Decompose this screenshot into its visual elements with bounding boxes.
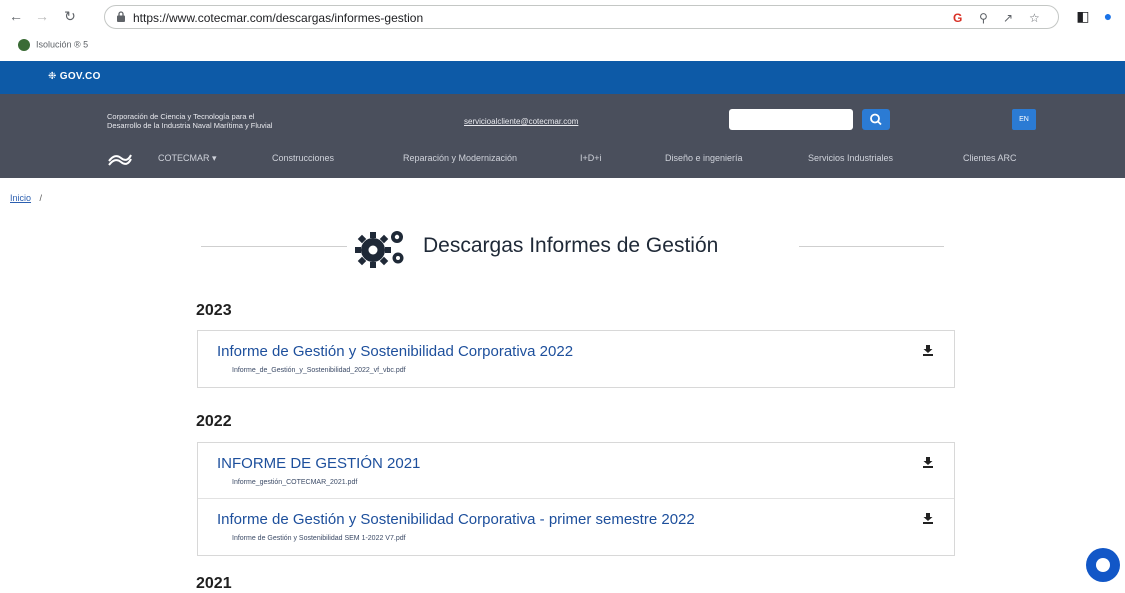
page-title: Descargas Informes de Gestión	[423, 234, 719, 257]
document-filename: Informe_gestión_COTECMAR_2021.pdf	[232, 479, 358, 486]
document-link[interactable]: Informe de Gestión y Sostenibilidad Corp…	[217, 511, 695, 528]
site-header: Corporación de Ciencia y Tecnología para…	[0, 94, 1125, 178]
document-filename: Informe de Gestión y Sostenibilidad SEM …	[232, 535, 406, 542]
download-icon[interactable]	[922, 344, 934, 356]
bookmark-favicon-icon	[18, 39, 30, 51]
google-icon[interactable]: G	[953, 11, 962, 25]
gov-bar: ❉ GOV.CO	[0, 61, 1125, 94]
page-title-block: Descargas Informes de Gestión	[201, 224, 944, 268]
bookmarks-bar: Isolución ® 5	[0, 34, 1125, 60]
profile-icon[interactable]: ●	[1100, 8, 1116, 24]
document-row[interactable]: Informe de Gestión y Sostenibilidad Corp…	[198, 499, 954, 555]
share-icon[interactable]: ↗	[1003, 11, 1013, 25]
gears-icon	[355, 231, 404, 268]
document-row[interactable]: INFORME DE GESTIÓN 2021 Informe_gestión_…	[198, 443, 954, 499]
menu-item-reparacion[interactable]: Reparación y Modernización	[403, 153, 517, 163]
year-heading-2021: 2021	[196, 575, 232, 592]
download-icon[interactable]	[922, 512, 934, 524]
search-button[interactable]	[862, 109, 890, 130]
chat-button[interactable]	[1086, 548, 1120, 582]
lock-icon	[117, 11, 125, 22]
email-link[interactable]: servicioalcliente@cotecmar.com	[464, 117, 578, 126]
document-link[interactable]: Informe de Gestión y Sostenibilidad Corp…	[217, 343, 573, 360]
cotecmar-logo-icon[interactable]	[107, 147, 133, 169]
browser-toolbar: ← → ↻ https://www.cotecmar.com/descargas…	[0, 0, 1125, 34]
menu-item-construcciones[interactable]: Construcciones	[272, 153, 334, 163]
bookmark-item[interactable]: Isolución ® 5	[18, 39, 88, 51]
download-icon[interactable]	[922, 456, 934, 468]
main-menu: COTECMAR ▾ Construcciones Reparación y M…	[0, 147, 1125, 169]
menu-item-idi[interactable]: I+D+i	[580, 153, 602, 163]
document-row[interactable]: Informe de Gestión y Sostenibilidad Corp…	[198, 331, 954, 387]
gov-logo[interactable]: ❉ GOV.CO	[48, 71, 101, 82]
menu-item-cotecmar[interactable]: COTECMAR ▾	[158, 153, 217, 164]
zoom-icon[interactable]: ⚲	[979, 11, 988, 25]
menu-item-diseno[interactable]: Diseño e ingeniería	[665, 153, 743, 163]
corporation-name: Corporación de Ciencia y Tecnología para…	[107, 112, 273, 130]
side-panel-icon[interactable]: ◧	[1075, 8, 1091, 24]
star-icon[interactable]: ☆	[1029, 11, 1040, 25]
divider	[201, 246, 347, 247]
year-heading-2022: 2022	[196, 413, 232, 430]
search-input[interactable]	[729, 109, 853, 130]
documents-list-2023: Informe de Gestión y Sostenibilidad Corp…	[197, 330, 955, 388]
documents-list-2022: INFORME DE GESTIÓN 2021 Informe_gestión_…	[197, 442, 955, 556]
forward-icon[interactable]: →	[34, 8, 50, 24]
back-icon[interactable]: ←	[8, 8, 24, 24]
breadcrumb-home[interactable]: Inicio	[10, 193, 31, 203]
chat-icon	[1096, 558, 1110, 572]
breadcrumb: Inicio /	[10, 193, 43, 203]
search-icon	[870, 113, 882, 126]
document-filename: Informe_de_Gestión_y_Sostenibilidad_2022…	[232, 367, 406, 374]
reload-icon[interactable]: ↻	[62, 8, 78, 24]
year-heading-2023: 2023	[196, 302, 232, 319]
language-button[interactable]: EN	[1012, 109, 1036, 130]
address-bar[interactable]: https://www.cotecmar.com/descargas/infor…	[104, 5, 1059, 29]
divider	[799, 246, 944, 247]
url-text: https://www.cotecmar.com/descargas/infor…	[133, 11, 424, 25]
document-link[interactable]: INFORME DE GESTIÓN 2021	[217, 455, 420, 472]
menu-item-servicios[interactable]: Servicios Industriales	[808, 153, 893, 163]
menu-item-clientes[interactable]: Clientes ARC	[963, 153, 1017, 163]
